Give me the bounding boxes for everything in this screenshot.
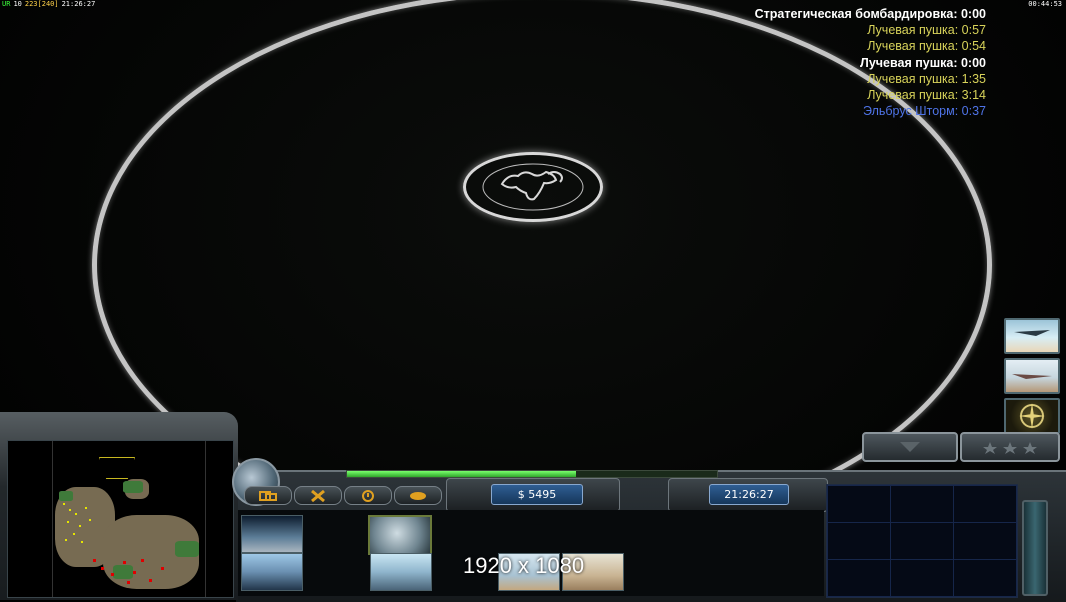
minimap-ally-unit: [75, 513, 77, 515]
compass-svg: [1019, 403, 1045, 429]
alert-icon: [362, 489, 374, 502]
command-grid[interactable]: [826, 484, 1018, 598]
hud-clock: 21:26:27: [61, 0, 96, 8]
timer-beam-cannon-4: Лучевая пушка: 1:35: [867, 71, 986, 86]
rank-stars-button[interactable]: [960, 432, 1060, 462]
timer-strategic-bombing: Стратегическая бомбардировка: 0:00: [754, 7, 986, 21]
satellite-unit-icon[interactable]: [241, 515, 303, 553]
minimap-ally-unit: [81, 541, 83, 543]
bomber-svg: [1014, 330, 1050, 336]
minimap-enemy-unit: [149, 579, 152, 582]
tab-build[interactable]: [244, 486, 292, 505]
minimap[interactable]: [7, 440, 234, 598]
minimap-ally-unit: [85, 507, 87, 509]
minimap-enemy-unit: [133, 571, 136, 574]
chat-bubble-icon: [410, 491, 426, 500]
hud-rank: UR: [2, 0, 11, 8]
superweapon-side-buttons: [1004, 318, 1060, 438]
globe-map-svg: [482, 163, 584, 211]
minimap-ally-unit: [63, 503, 65, 505]
gunship-unit-icon[interactable]: [241, 553, 303, 591]
side-slot-button[interactable]: [1022, 500, 1048, 596]
wrench-cross-icon: [311, 489, 325, 502]
target-compass-icon[interactable]: [1004, 398, 1060, 434]
hud-units: 223[240]: [24, 0, 59, 8]
minimap-camera-view: [99, 457, 135, 479]
hud-level: 10: [13, 0, 22, 8]
minimap-ally-unit: [65, 539, 67, 541]
minimap-enemy-unit: [127, 581, 130, 584]
clock-panel: 21:26:27: [668, 478, 828, 512]
jet-icon[interactable]: [1004, 358, 1060, 394]
minimap-area: [52, 441, 206, 597]
hud-stats: UR 10 223[240] 21:26:27: [2, 0, 98, 8]
tab-chat[interactable]: [394, 486, 442, 505]
timer-beam-cannon-3: Лучевая пушка: 0:00: [860, 55, 986, 70]
minimap-ally-unit: [67, 521, 69, 523]
magnifier-unit-icon[interactable]: [368, 515, 432, 555]
minimap-ally-unit: [69, 509, 71, 511]
timer-elbrus-storm: Эльбрус Шторм: 0:37: [863, 104, 986, 119]
minimap-forest: [59, 491, 73, 501]
superweapon-timers: Стратегическая бомбардировка: 0:00 Лучев…: [755, 6, 986, 119]
fighter-jet-unit-icon[interactable]: [370, 553, 432, 591]
minimap-enemy-unit: [161, 567, 164, 570]
minimap-enemy-unit: [111, 573, 114, 576]
minimap-ally-unit: [89, 519, 91, 521]
bomber-icon[interactable]: [1004, 318, 1060, 354]
minimap-forest: [175, 541, 199, 557]
jet-svg: [1012, 374, 1052, 379]
resolution-overlay: 1920 x 1080: [463, 553, 585, 578]
hud-game-time: 00:44:53: [1028, 0, 1062, 8]
credits-panel: $ 5495: [446, 478, 620, 512]
credits-display: $ 5495: [491, 484, 583, 505]
tab-repair[interactable]: [294, 486, 342, 505]
minimap-enemy-unit: [123, 561, 126, 564]
clock-display: 21:26:27: [709, 484, 789, 505]
minimap-forest: [113, 565, 133, 579]
options-button[interactable]: [862, 432, 958, 462]
timer-beam-cannon-2: Лучевая пушка: 0:54: [867, 39, 986, 54]
minimap-forest: [123, 481, 143, 493]
minimap-enemy-unit: [93, 559, 96, 562]
minimap-ally-unit: [79, 525, 81, 527]
power-bar: [346, 470, 718, 478]
timer-beam-cannon-1: Лучевая пушка: 0:57: [867, 23, 986, 38]
power-bar-fill: [347, 471, 577, 477]
minimap-ally-unit: [73, 533, 75, 535]
globe-icon[interactable]: [463, 152, 603, 222]
triangle-down-icon: [900, 442, 920, 452]
build-icon: [259, 490, 277, 501]
stars-icon: [983, 442, 1037, 454]
tab-alert[interactable]: [344, 486, 392, 505]
minimap-enemy-unit: [101, 567, 104, 570]
minimap-enemy-unit: [141, 559, 144, 562]
timer-beam-cannon-5: Лучевая пушка: 3:14: [867, 88, 986, 103]
